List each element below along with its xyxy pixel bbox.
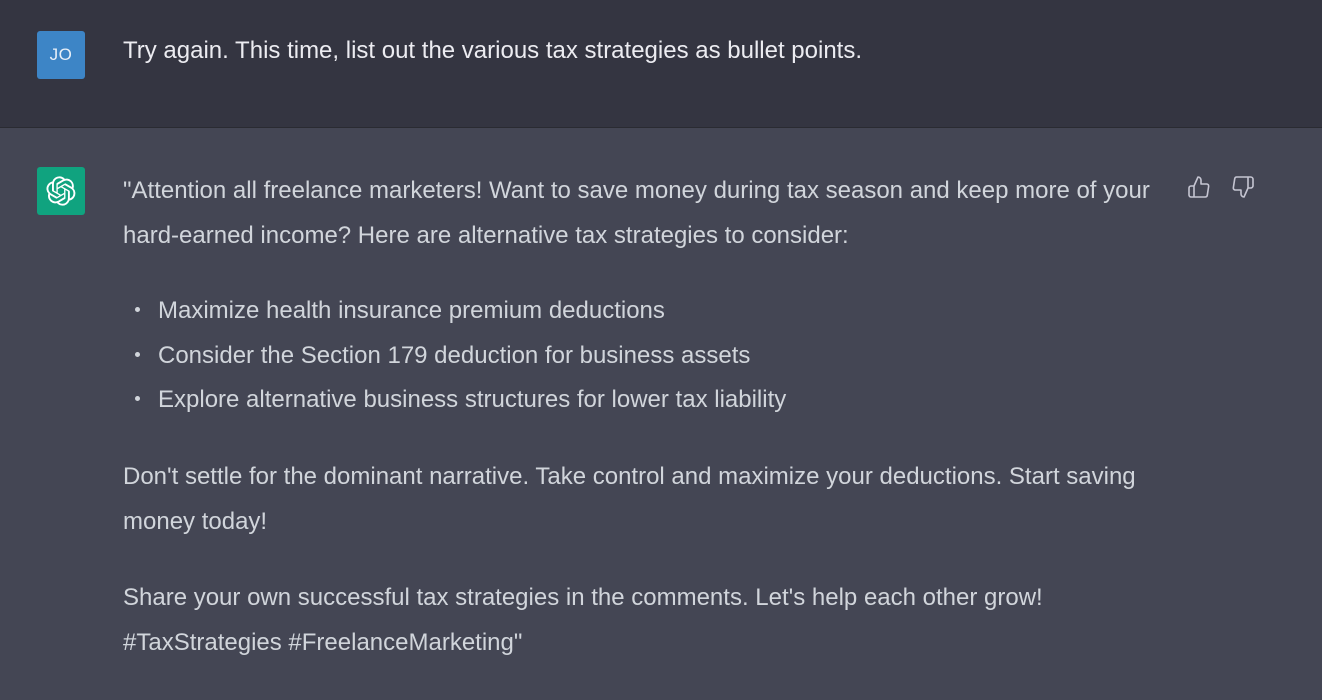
- list-item-text: Consider the Section 179 deduction for b…: [158, 341, 751, 369]
- thumbs-down-icon: [1232, 176, 1254, 198]
- thumbs-up-button[interactable]: [1186, 174, 1212, 200]
- tax-strategies-list: Maximize health insurance premium deduct…: [123, 289, 1163, 423]
- list-item: Explore alternative business structures …: [135, 378, 1163, 423]
- user-message-row: JO Try again. This time, list out the va…: [0, 0, 1322, 128]
- assistant-intro-paragraph: "Attention all freelance marketers! Want…: [123, 177, 1150, 249]
- feedback-controls: [1186, 174, 1256, 200]
- thumbs-up-icon: [1188, 176, 1210, 198]
- bullet-dot: [135, 307, 140, 312]
- list-item-text: Explore alternative business structures …: [158, 386, 787, 413]
- bullet-dot: [135, 351, 140, 357]
- user-message-text: Try again. This time, list out the vario…: [123, 37, 863, 64]
- assistant-paragraph-3: Share your own successful tax strategies…: [123, 583, 1043, 656]
- user-avatar: JO: [37, 31, 85, 79]
- assistant-paragraph-2: Don't settle for the dominant narrative.…: [123, 462, 1136, 535]
- list-item: Maximize health insurance premium deduct…: [135, 289, 1163, 334]
- thumbs-down-button[interactable]: [1230, 174, 1256, 200]
- bullet-dot: [135, 396, 140, 401]
- assistant-message-row: "Attention all freelance marketers! Want…: [0, 128, 1322, 700]
- user-avatar-initials: JO: [49, 45, 73, 64]
- assistant-message-content: "Attention all freelance marketers! Want…: [123, 168, 1163, 665]
- openai-logo-icon: [46, 176, 76, 206]
- list-item: Consider the Section 179 deduction for b…: [135, 334, 1163, 379]
- list-item-text: Maximize health insurance premium deduct…: [158, 297, 665, 324]
- assistant-avatar: [37, 167, 85, 215]
